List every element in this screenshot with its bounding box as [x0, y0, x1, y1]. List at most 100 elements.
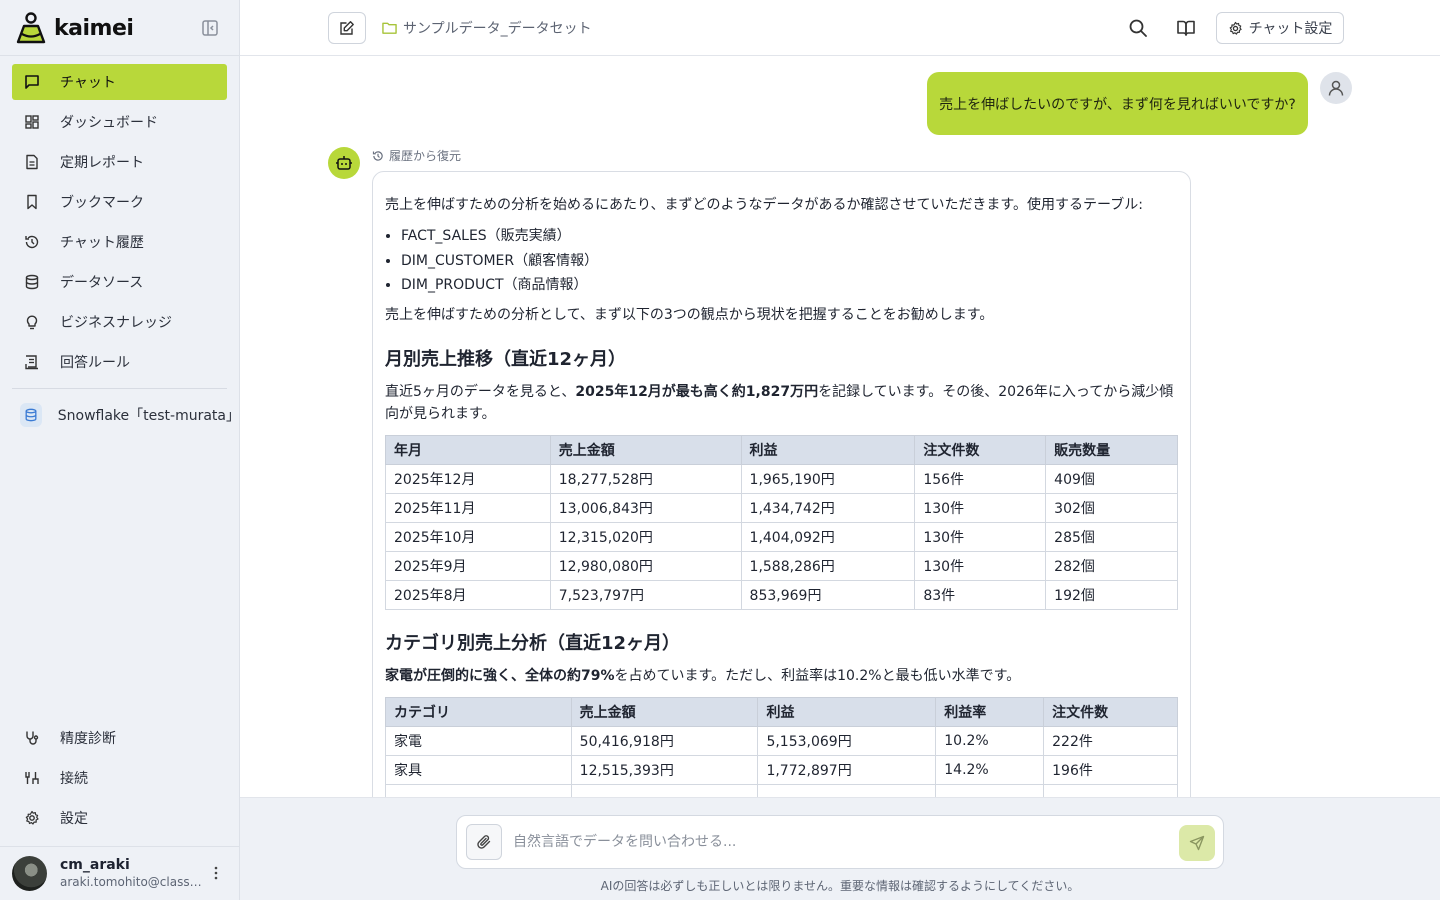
table-cell: 2025年10月: [385, 521, 551, 552]
table-cell: 12,980,080円: [549, 550, 742, 581]
table-cell: 130件: [914, 550, 1047, 581]
text-highlight: 2025年12月が最も高く約1,827万円: [575, 383, 819, 400]
bot-icon: [336, 156, 352, 170]
list-item: DIM_PRODUCT（商品情報）: [401, 273, 1178, 298]
sidebar-item-chat[interactable]: チャット: [12, 64, 227, 100]
table-row: 2025年8月 7,523,797円 853,969円 83件 192個: [385, 579, 1178, 610]
chat-settings-label: チャット設定: [1248, 21, 1333, 37]
sidebar-item-label: 回答ルール: [60, 355, 130, 371]
sidebar-item-reports[interactable]: 定期レポート: [12, 144, 227, 180]
user-email: araki.tomohito@classmethod.jp: [60, 874, 202, 889]
table-cell: 130件: [914, 521, 1047, 552]
sidebar-item-label: 設定: [60, 811, 88, 827]
table-cell: [757, 783, 937, 797]
sidebar-divider: [0, 55, 240, 56]
message-input[interactable]: [513, 829, 1153, 855]
table-cell: 13,006,843円: [549, 492, 742, 523]
sidebar-collapse-icon[interactable]: [201, 19, 219, 37]
sidebar-item-datasource[interactable]: データソース: [12, 264, 227, 300]
new-chat-button[interactable]: [328, 12, 366, 44]
user-name: cm_araki: [60, 856, 130, 873]
table-cell: [1043, 783, 1178, 797]
brand-logo[interactable]: kaimei: [16, 10, 134, 46]
sidebar-item-label: ダッシュボード: [60, 115, 158, 131]
sidebar-item-label: 定期レポート: [60, 155, 144, 171]
sidebar-datasource-connection[interactable]: Snowflake「test-murata」: [12, 399, 240, 431]
send-button[interactable]: [1179, 825, 1215, 861]
sidebar-item-knowledge[interactable]: ビジネスナレッジ: [12, 304, 227, 340]
section-text-monthly-sales: 直近5ヶ月のデータを見ると、2025年12月が最も高く約1,827万円を記録して…: [385, 381, 1178, 425]
table-cell: 10.2%: [935, 725, 1045, 756]
sidebar-divider: [0, 846, 240, 847]
user-info: cm_araki araki.tomohito@classmethod.jp: [60, 857, 202, 890]
more-vertical-icon[interactable]: [208, 865, 224, 881]
book-open-icon[interactable]: [1176, 18, 1196, 38]
sidebar-item-accuracy[interactable]: 精度診断: [12, 720, 227, 756]
dataset-selector[interactable]: サンプルデータ_データセット: [382, 18, 592, 38]
sidebar-item-bookmarks[interactable]: ブックマーク: [12, 184, 227, 220]
text-span: 直近5ヶ月のデータを見ると、: [385, 383, 576, 400]
bot-avatar: [328, 147, 360, 179]
chat-settings-button[interactable]: チャット設定: [1216, 12, 1344, 44]
dashboard-icon: [25, 115, 39, 129]
table-row: 2025年10月 12,315,020円 1,404,092円 130件 285個: [385, 521, 1178, 552]
table-cell: 12,315,020円: [549, 521, 742, 552]
table-cell: 14.2%: [935, 754, 1045, 785]
table-row: 2025年11月 13,006,843円 1,434,742円 130件 302個: [385, 492, 1178, 523]
table-cell: 1,588,286円: [740, 550, 916, 581]
table-cell: 2025年11月: [385, 492, 551, 523]
attach-button[interactable]: [466, 824, 502, 860]
chat-bubble-icon: [25, 75, 39, 89]
table-header-cell: 注文件数: [1043, 696, 1178, 727]
table-header-cell: 売上金額: [549, 434, 742, 465]
sidebar-item-connection[interactable]: 接続: [12, 760, 227, 796]
list-item: DIM_CUSTOMER（顧客情報）: [401, 249, 1178, 274]
user-message: 売上を伸ばしたいのですが、まず何を見ればいいですか?: [927, 72, 1308, 135]
kaimei-logo-icon: [16, 12, 46, 44]
search-icon[interactable]: [1128, 18, 1148, 38]
table-cell: 1,965,190円: [740, 463, 916, 494]
database-icon: [25, 274, 39, 290]
table-cell: 1,404,092円: [740, 521, 916, 552]
table-cell: 18,277,528円: [549, 463, 742, 494]
sidebar: kaimei チャット ダッシュボード 定期レポート ブックマーク チャット履歴: [0, 0, 240, 900]
sidebar-item-history[interactable]: チャット履歴: [12, 224, 227, 260]
sidebar-item-label: 精度診断: [60, 731, 116, 747]
table-cell: 7,523,797円: [549, 579, 742, 610]
table-header-cell: 利益: [757, 696, 937, 727]
user-profile[interactable]: cm_araki araki.tomohito@classmethod.jp: [12, 855, 232, 891]
sidebar-item-settings[interactable]: 設定: [12, 800, 227, 836]
table-header-cell: 販売数量: [1045, 434, 1178, 465]
table-cell: [935, 783, 1045, 797]
avatar: [12, 855, 47, 891]
sidebar-item-rules[interactable]: 回答ルール: [12, 344, 227, 380]
sidebar-item-label: データソース: [60, 275, 144, 291]
message-composer: [456, 815, 1224, 869]
sidebar-divider: [12, 388, 227, 389]
send-icon: [1189, 835, 1205, 851]
table-cell: 853,969円: [740, 579, 916, 610]
table-cell: 130件: [914, 492, 1047, 523]
list-item: FACT_SALES（販売実績）: [401, 224, 1178, 249]
table-cell: 2025年9月: [385, 550, 551, 581]
table-row: 2025年9月 12,980,080円 1,588,286円 130件 282個: [385, 550, 1178, 581]
datasource-label: Snowflake「test-murata」: [57, 408, 240, 424]
category-sales-table: カテゴリ 売上金額 利益 利益率 注文件数 家電 50,416,918円 5,153…: [385, 696, 1178, 797]
chat-area[interactable]: 売上を伸ばしたいのですが、まず何を見ればいいですか? 履歴から復元 売上を伸ばす…: [240, 56, 1440, 797]
section-title-monthly-sales: 月別売上推移（直近12ヶ月）: [385, 348, 627, 370]
rules-icon: [25, 355, 38, 370]
assistant-lead: 売上を伸ばすための分析として、まず以下の3つの観点から現状を把握することをお勧め…: [385, 306, 994, 323]
table-header-cell: 売上金額: [570, 696, 759, 727]
user-icon: [1328, 80, 1344, 96]
table-cell: 5,153,069円: [757, 725, 937, 756]
table-cell: 282個: [1045, 550, 1178, 581]
table-header-cell: カテゴリ: [385, 696, 572, 727]
sidebar-item-label: チャット履歴: [60, 235, 144, 251]
text-span: を占めています。ただし、利益率は10.2%と最も低い水準です。: [614, 667, 1021, 684]
brand-name: kaimei: [54, 15, 134, 41]
sidebar-item-dashboard[interactable]: ダッシュボード: [12, 104, 227, 140]
ai-disclaimer: AIの回答は必ずしも正しいとは限りません。重要な情報は確認するようにしてください…: [600, 879, 1080, 893]
table-cell: 1,772,897円: [757, 754, 937, 785]
stethoscope-icon: [26, 731, 39, 745]
table-cell: 2025年8月: [385, 579, 551, 610]
